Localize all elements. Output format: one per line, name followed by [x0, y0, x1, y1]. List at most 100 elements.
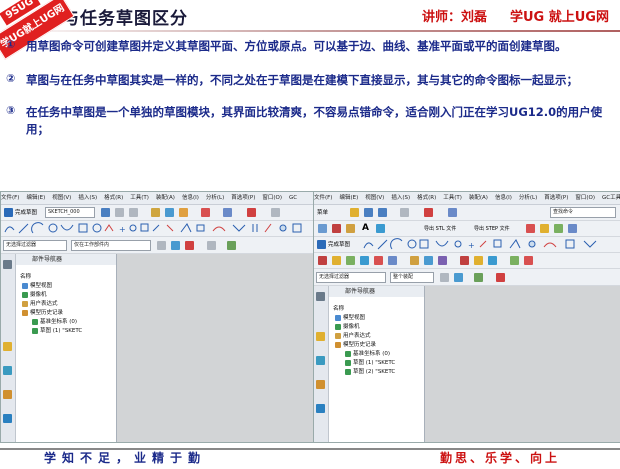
library-icon[interactable]: [316, 356, 325, 365]
shape-icon[interactable]: [318, 256, 327, 265]
menu-item[interactable]: 插入(S): [78, 195, 97, 201]
sketch-name-combo[interactable]: SKETCH_000: [45, 207, 95, 218]
tree-node[interactable]: 用户表达式: [335, 332, 395, 341]
menu-item[interactable]: 分析(L): [519, 195, 537, 201]
scope-select[interactable]: 整个装配: [390, 272, 434, 283]
command-finder-icon[interactable]: [247, 208, 256, 217]
feature-icon[interactable]: [526, 224, 535, 233]
left-graphics-area[interactable]: [117, 254, 317, 442]
tree-node[interactable]: 摄像机: [335, 323, 395, 332]
menu-item[interactable]: 窗口(O): [262, 195, 282, 201]
web-icon[interactable]: [316, 404, 325, 413]
menu-item[interactable]: 首选项(P): [231, 195, 255, 201]
tree-node[interactable]: 模型历史记录: [22, 309, 82, 318]
tree-node[interactable]: 摄像机: [22, 291, 82, 300]
menu-item[interactable]: 装配(A): [469, 195, 488, 201]
shape7-icon[interactable]: [410, 256, 419, 265]
filter-select[interactable]: 无选择过滤器: [316, 272, 386, 283]
assembly-icon[interactable]: [3, 342, 12, 351]
menu-item[interactable]: 工具(T): [130, 195, 149, 201]
menu-item[interactable]: 分析(L): [206, 195, 224, 201]
window-icon[interactable]: [223, 208, 232, 217]
extrude-icon[interactable]: [332, 224, 341, 233]
scope-select[interactable]: 仅在工作部件内: [71, 240, 151, 251]
menu-item[interactable]: 视图(V): [365, 195, 384, 201]
point-snap-icon[interactable]: [496, 273, 505, 282]
tree-node[interactable]: 模型历史记录: [335, 341, 395, 350]
shape11-icon[interactable]: [474, 256, 483, 265]
save-icon[interactable]: [378, 208, 387, 217]
datum-icon[interactable]: [376, 224, 385, 233]
menu-item[interactable]: 工具(T): [443, 195, 462, 201]
tree-node[interactable]: 草图 (1) "SKETC: [22, 327, 82, 336]
shape5-icon[interactable]: [374, 256, 383, 265]
feature4-icon[interactable]: [568, 224, 577, 233]
menu-item[interactable]: 信息(I): [495, 195, 512, 201]
tree-node[interactable]: 模型视图: [335, 314, 395, 323]
shape6-icon[interactable]: [388, 256, 397, 265]
menu-item[interactable]: 装配(A): [156, 195, 175, 201]
menu-item[interactable]: 文件(F): [1, 195, 19, 201]
menu-item[interactable]: GC: [289, 195, 297, 201]
undo-icon[interactable]: [115, 208, 124, 217]
save-icon[interactable]: [101, 208, 110, 217]
finish-sketch-label[interactable]: 完成草图: [328, 240, 350, 248]
tree-node[interactable]: 基准坐标系 (0): [22, 318, 82, 327]
shape8-icon[interactable]: [424, 256, 433, 265]
open-icon[interactable]: [364, 208, 373, 217]
view-icon[interactable]: [207, 241, 216, 250]
menu-item[interactable]: 视图(V): [52, 195, 71, 201]
export-stl-button[interactable]: 导出 STL 文件: [424, 225, 456, 232]
finish-sketch-icon[interactable]: [4, 208, 13, 217]
tree-node[interactable]: 草图 (1) "SKETC: [335, 359, 395, 368]
revolve-icon[interactable]: [346, 224, 355, 233]
window-icon[interactable]: [448, 208, 457, 217]
feature3-icon[interactable]: [554, 224, 563, 233]
tree-node[interactable]: 模型视图: [22, 282, 82, 291]
menu-item[interactable]: 文件(F): [314, 195, 332, 201]
feature2-icon[interactable]: [540, 224, 549, 233]
redo-icon[interactable]: [129, 208, 138, 217]
snap-icon[interactable]: [454, 273, 463, 282]
shape2-icon[interactable]: [332, 256, 341, 265]
sketch-curve-icons[interactable]: +: [1, 221, 317, 236]
shape10-icon[interactable]: [460, 256, 469, 265]
shape3-icon[interactable]: [346, 256, 355, 265]
render-icon[interactable]: [227, 241, 236, 250]
settings-icon[interactable]: [3, 260, 12, 269]
finish-sketch-label[interactable]: 完成草图: [15, 208, 37, 216]
shape9-icon[interactable]: [438, 256, 447, 265]
shape14-icon[interactable]: [524, 256, 533, 265]
sketch-curve-icons[interactable]: +: [360, 237, 620, 252]
point-snap-icon[interactable]: [185, 241, 194, 250]
tree-node[interactable]: 基准坐标系 (0): [335, 350, 395, 359]
delete-icon[interactable]: [424, 208, 433, 217]
undo-icon[interactable]: [400, 208, 409, 217]
finish-sketch-icon[interactable]: [317, 240, 326, 249]
command-search-input[interactable]: 查找命令: [550, 207, 616, 218]
menu-item[interactable]: 编辑(E): [339, 195, 358, 201]
text-icon[interactable]: A: [362, 223, 369, 233]
history-icon[interactable]: [3, 390, 12, 399]
menu-item[interactable]: 格式(R): [417, 195, 436, 201]
copy-icon[interactable]: [165, 208, 174, 217]
assembly-icon[interactable]: [316, 332, 325, 341]
right-graphics-area[interactable]: [425, 286, 620, 442]
menu-item[interactable]: 格式(R): [104, 195, 123, 201]
render-icon[interactable]: [474, 273, 483, 282]
snap-icon[interactable]: [171, 241, 180, 250]
shape12-icon[interactable]: [488, 256, 497, 265]
menu-item[interactable]: 编辑(E): [26, 195, 45, 201]
shape4-icon[interactable]: [360, 256, 369, 265]
select-icon[interactable]: [440, 273, 449, 282]
settings-icon[interactable]: [316, 292, 325, 301]
menu-item[interactable]: 窗口(O): [575, 195, 595, 201]
filter-select[interactable]: 无选择过滤器: [3, 240, 67, 251]
cut-icon[interactable]: [151, 208, 160, 217]
menu-item[interactable]: 插入(S): [391, 195, 410, 201]
delete-icon[interactable]: [201, 208, 210, 217]
web-icon[interactable]: [3, 414, 12, 423]
shape13-icon[interactable]: [510, 256, 519, 265]
sketch-icon[interactable]: [318, 224, 327, 233]
menu-button[interactable]: 菜单: [317, 208, 328, 216]
